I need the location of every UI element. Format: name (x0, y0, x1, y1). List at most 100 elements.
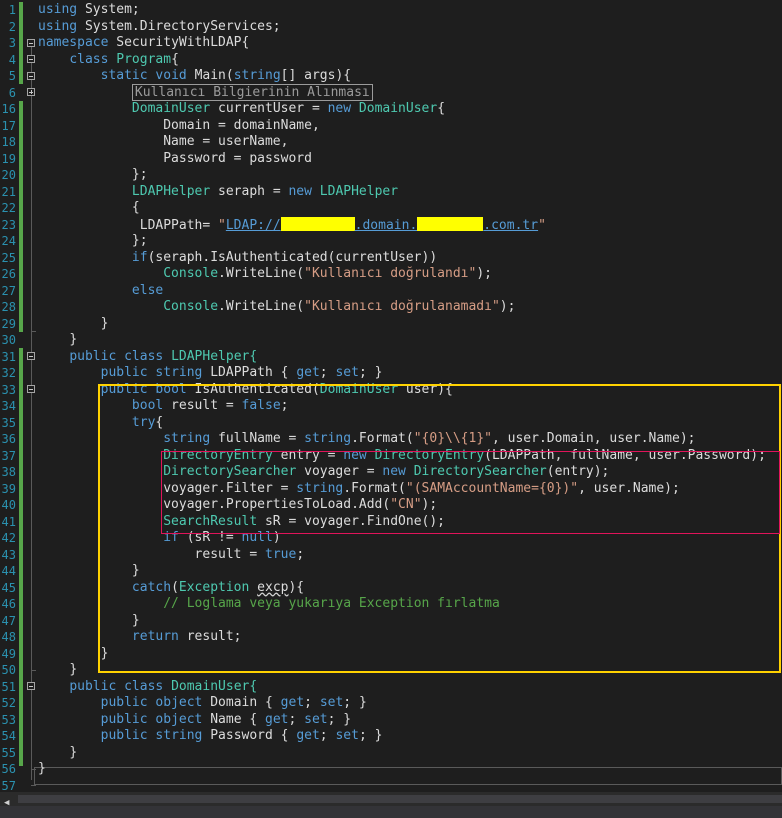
line-number: 52 (1, 696, 16, 710)
line-number: 5 (8, 69, 16, 83)
minus-box-icon[interactable] (27, 72, 35, 80)
redaction-mark (280, 216, 355, 231)
code-line[interactable]: public object Domain { get; set; } (38, 695, 367, 712)
code-line[interactable]: public object Name { get; set; } (38, 712, 352, 729)
code-line[interactable]: }; (38, 233, 148, 250)
code-line[interactable]: Domain = domainName, (38, 118, 320, 135)
line-number: 44 (1, 564, 16, 578)
code-editor[interactable]: 1 2 3 4 5 6 16 17 18 19 20 21 22 23 24 2… (0, 0, 782, 793)
fold-end-marker (31, 785, 36, 786)
code-line[interactable]: public string LDAPPath { get; set; } (38, 365, 383, 382)
line-number: 47 (1, 613, 16, 628)
ldap-url-link[interactable]: LDAP://.domain. .com.tr (226, 216, 538, 233)
line-number: 4 (8, 52, 16, 67)
line-number: 39 (1, 481, 16, 496)
code-line[interactable]: } (38, 332, 77, 349)
code-line[interactable]: Kullanıcı Bilgierinin Alınması (38, 83, 373, 102)
line-number: 38 (1, 465, 16, 479)
line-number: 55 (1, 745, 16, 760)
current-line-indicator (34, 767, 782, 785)
line-number: 33 (1, 382, 16, 397)
minus-box-icon[interactable] (27, 385, 35, 393)
code-line[interactable]: LDAPHelper seraph = new LDAPHelper (38, 184, 398, 201)
line-number: 27 (1, 283, 16, 298)
code-line[interactable]: class Program{ (38, 52, 179, 69)
line-number: 18 (1, 135, 16, 149)
code-line[interactable]: using System; (38, 2, 140, 19)
line-number: 56 (1, 762, 16, 776)
line-number: 16 (1, 102, 16, 116)
line-number: 23 (1, 217, 16, 232)
code-line[interactable]: Console.WriteLine("Kullanıcı doğrulanama… (38, 299, 515, 316)
plus-box-icon[interactable] (27, 88, 35, 96)
line-number: 42 (1, 531, 16, 545)
change-indicator (19, 348, 23, 766)
line-number: 36 (1, 432, 16, 446)
line-number: 48 (1, 630, 16, 644)
code-line[interactable]: Console.WriteLine("Kullanıcı doğrulandı"… (38, 266, 492, 283)
line-number: 24 (1, 234, 16, 248)
line-number: 50 (1, 663, 16, 677)
line-number: 2 (8, 19, 16, 34)
line-number: 6 (8, 85, 16, 100)
code-line[interactable]: LDAPPath= "LDAP://.domain. .com.tr" (38, 216, 546, 235)
line-number: 17 (1, 118, 16, 133)
minus-box-icon[interactable] (27, 682, 35, 690)
fold-end-marker (31, 670, 36, 671)
minus-box-icon[interactable] (27, 39, 35, 47)
line-number: 35 (1, 415, 16, 430)
line-number: 31 (1, 349, 16, 364)
horizontal-scrollbar[interactable]: ◀ (0, 792, 782, 818)
code-line[interactable]: Name = userName, (38, 134, 288, 151)
code-line[interactable]: }; (38, 167, 148, 184)
line-number: 22 (1, 201, 16, 215)
collapsed-region[interactable]: Kullanıcı Bilgierinin Alınması (131, 83, 373, 101)
code-line[interactable]: { (38, 200, 140, 217)
line-number: 53 (1, 712, 16, 727)
code-line[interactable]: if(seraph.IsAuthenticated(currentUser)) (38, 250, 437, 267)
code-line[interactable]: public string Password { get; set; } (38, 728, 383, 745)
line-number: 41 (1, 514, 16, 529)
line-number: 3 (8, 36, 16, 50)
line-number: 29 (1, 316, 16, 331)
change-indicator (19, 2, 23, 84)
line-number: 32 (1, 366, 16, 380)
code-line[interactable]: public class LDAPHelper{ (38, 349, 257, 366)
scrollbar-track[interactable] (18, 795, 782, 803)
line-number: 51 (1, 679, 16, 694)
line-number: 20 (1, 168, 16, 182)
code-line[interactable]: } (38, 761, 46, 778)
line-number: 1 (8, 3, 16, 17)
fold-end-marker (31, 331, 36, 332)
code-line[interactable]: Password = password (38, 151, 312, 168)
line-number: 43 (1, 547, 16, 562)
ldap-code-highlight-box (161, 451, 780, 534)
line-number: 40 (1, 498, 16, 512)
code-line[interactable]: namespace SecurityWithLDAP{ (38, 35, 249, 52)
line-number: 28 (1, 300, 16, 314)
minus-box-icon[interactable] (27, 352, 35, 360)
code-line[interactable]: } (38, 662, 77, 679)
change-indicator (19, 101, 23, 332)
status-strip (0, 806, 782, 818)
line-number: 26 (1, 267, 16, 281)
line-number: 19 (1, 151, 16, 166)
code-line[interactable]: static void Main(string[] args){ (38, 68, 352, 85)
minus-box-icon[interactable] (27, 55, 35, 63)
code-line[interactable]: } (38, 745, 77, 762)
code-line[interactable]: public class DomainUser{ (38, 679, 257, 696)
line-number: 46 (1, 597, 16, 611)
line-number: 49 (1, 646, 16, 661)
line-number: 45 (1, 580, 16, 595)
code-line[interactable]: } (38, 316, 109, 333)
code-line[interactable]: DomainUser currentUser = new DomainUser{ (38, 101, 445, 118)
line-number: 30 (1, 333, 16, 347)
line-number: 37 (1, 448, 16, 463)
redaction-mark (417, 216, 484, 231)
line-number: 54 (1, 729, 16, 743)
code-line[interactable]: using System.DirectoryServices; (38, 19, 281, 36)
line-number: 25 (1, 250, 16, 265)
line-number: 21 (1, 184, 16, 199)
code-line[interactable]: else (38, 283, 163, 300)
line-number: 34 (1, 399, 16, 413)
